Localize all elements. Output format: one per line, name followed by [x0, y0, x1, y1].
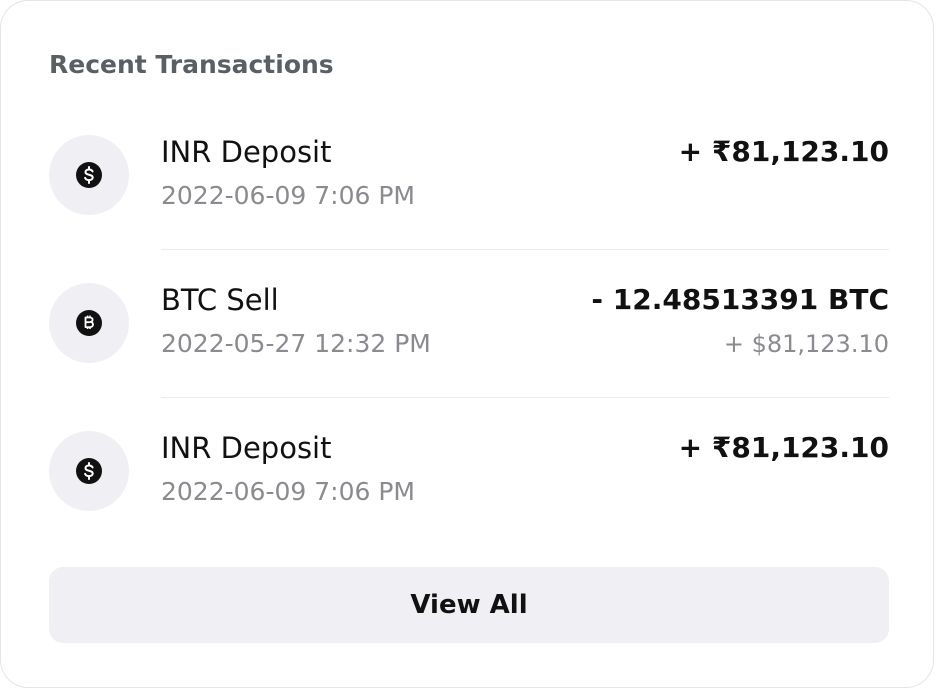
transaction-time: 2022-05-27 12:32 PM [161, 329, 431, 358]
transaction-amount: + ₹81,123.10 [678, 135, 889, 168]
transaction-name: INR Deposit [161, 135, 332, 169]
dollar-coin-icon [76, 458, 102, 484]
transaction-row[interactable]: INR Deposit 2022-06-09 7:06 PM + ₹81,123… [49, 101, 889, 249]
transaction-icon-circle [49, 431, 129, 511]
card-title: Recent Transactions [49, 50, 334, 79]
transaction-time: 2022-06-09 7:06 PM [161, 181, 415, 210]
transaction-name: INR Deposit [161, 431, 332, 465]
transaction-amount: + ₹81,123.10 [678, 431, 889, 464]
transaction-name: BTC Sell [161, 283, 279, 317]
transaction-sub-amount: + $81,123.10 [723, 330, 889, 358]
dollar-coin-icon [76, 162, 102, 188]
bitcoin-coin-icon [76, 310, 102, 336]
transaction-time: 2022-06-09 7:06 PM [161, 477, 415, 506]
transaction-icon-circle [49, 283, 129, 363]
transaction-row[interactable]: BTC Sell 2022-05-27 12:32 PM - 12.485133… [49, 249, 889, 397]
transaction-icon-circle [49, 135, 129, 215]
transaction-list: INR Deposit 2022-06-09 7:06 PM + ₹81,123… [49, 101, 889, 545]
view-all-button[interactable]: View All [49, 567, 889, 643]
transaction-row[interactable]: INR Deposit 2022-06-09 7:06 PM + ₹81,123… [49, 397, 889, 545]
transaction-amount: - 12.48513391 BTC [591, 283, 889, 316]
recent-transactions-card: Recent Transactions INR Deposit 2022-06-… [0, 0, 934, 688]
